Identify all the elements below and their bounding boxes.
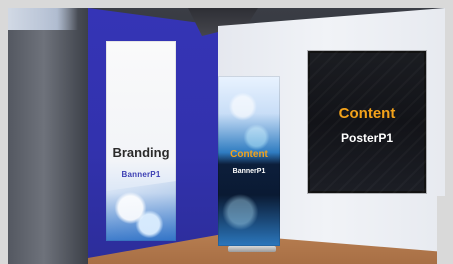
rollup-stand	[228, 246, 276, 252]
branding-banner[interactable]: Branding BannerP1	[106, 41, 176, 241]
left-wall	[8, 8, 88, 264]
branding-banner-title: Branding	[112, 145, 170, 160]
content-poster-title: Content	[338, 105, 396, 122]
3d-scene[interactable]: Branding BannerP1 Content BannerP1 Conte…	[8, 8, 445, 264]
content-poster[interactable]: Content PosterP1	[308, 51, 426, 193]
branding-banner-subtitle: BannerP1	[121, 170, 161, 179]
right-edge-frame	[437, 196, 445, 264]
rollup-banner-subtitle: BannerP1	[232, 168, 266, 175]
content-poster-subtitle: PosterP1	[340, 131, 394, 145]
rollup-banner[interactable]: Content BannerP1	[218, 76, 280, 246]
ceiling-light-strip	[8, 8, 78, 30]
game-viewport[interactable]: Branding BannerP1 Content BannerP1 Conte…	[0, 0, 453, 264]
rollup-banner-title: Content	[230, 149, 268, 160]
